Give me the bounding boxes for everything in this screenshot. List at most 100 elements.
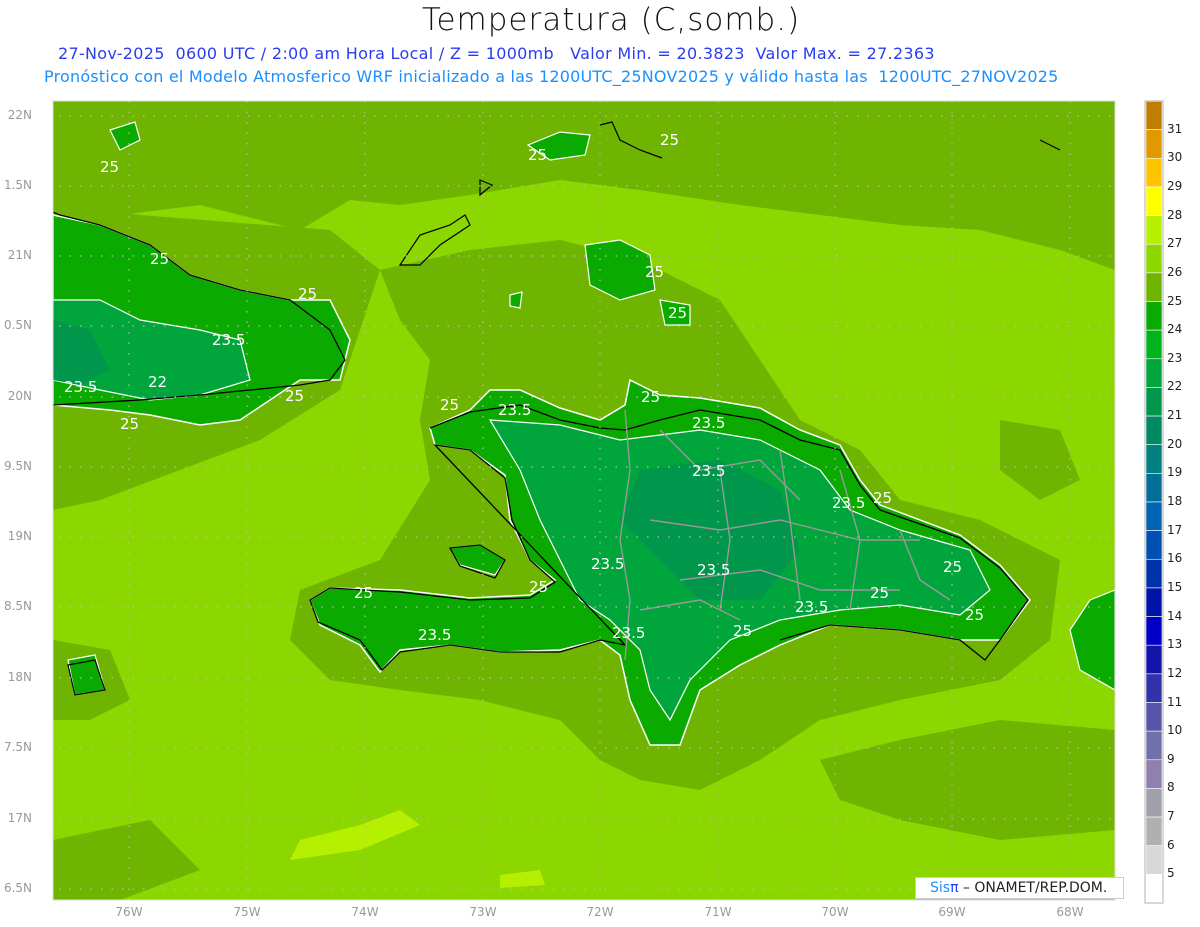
colorbar-swatch: [1145, 301, 1163, 331]
contour-label: 25: [120, 415, 139, 433]
lat-label: 7.5N: [3, 740, 32, 754]
contour-label: 25: [285, 387, 304, 405]
contour-label: 25: [440, 396, 459, 414]
colorbar-swatch: [1145, 702, 1163, 732]
colorbar-swatch: [1145, 358, 1163, 388]
contour-label: 25: [354, 584, 373, 602]
colorbar-label: 14: [1167, 608, 1183, 623]
colorbar-swatch: [1145, 587, 1163, 617]
colorbar-label: 6: [1167, 837, 1175, 852]
map-title: Temperatura (C,somb.): [421, 2, 801, 38]
valid-time-line: 27-Nov-2025 0600 UTC / 2:00 am Hora Loca…: [58, 44, 935, 63]
contour-label: 25: [641, 388, 660, 406]
colorbar-label: 13: [1167, 637, 1183, 652]
credit-org: – ONAMET/REP.DOM.: [958, 880, 1108, 896]
contour-label: 25: [100, 158, 119, 176]
lon-label: 76W: [115, 905, 143, 919]
colorbar-label: 12: [1167, 665, 1183, 680]
colorbar-swatch: [1145, 816, 1163, 847]
colorbar-label: 30: [1167, 150, 1183, 165]
colorbar-swatch: [1145, 100, 1163, 130]
contour-label: 22: [148, 373, 167, 391]
colorbar-label: 18: [1167, 494, 1183, 508]
lat-label: 18N: [7, 670, 32, 684]
contour-label: 23.5: [498, 401, 531, 419]
colorbar-swatch: [1145, 788, 1163, 818]
contour-label: 25: [528, 146, 547, 164]
lat-label: 17N: [7, 811, 32, 825]
colorbar-swatch: [1145, 444, 1163, 474]
colorbar-label: 29: [1167, 178, 1183, 193]
colorbar-swatch: [1145, 730, 1163, 761]
colorbar-swatch: [1145, 874, 1163, 904]
lon-label: 70W: [821, 905, 849, 919]
colorbar-swatch: [1145, 243, 1163, 274]
credit-box: Sisπ – ONAMET/REP.DOM.: [915, 877, 1124, 899]
contour-label: 25: [668, 304, 687, 322]
contour-label: 25: [150, 250, 169, 268]
lon-label: 75W: [233, 905, 261, 919]
contour-label: 25: [645, 263, 664, 281]
colorbar-label: 28: [1167, 207, 1183, 222]
lon-label: 68W: [1056, 905, 1084, 919]
colorbar-label: 10: [1167, 723, 1183, 738]
colorbar-swatch: [1145, 845, 1163, 875]
lon-label: 71W: [704, 905, 732, 919]
lat-label: 0.5N: [3, 318, 32, 332]
colorbar-swatch: [1145, 329, 1163, 360]
colorbar-swatch: [1145, 530, 1163, 560]
colorbar-label: 24: [1167, 322, 1183, 337]
credit-pi: π: [950, 880, 959, 896]
colorbar-label: 21: [1167, 408, 1183, 423]
colorbar-label: 27: [1167, 236, 1183, 251]
colorbar-label: 20: [1167, 436, 1183, 451]
colorbar-label: 19: [1167, 465, 1183, 480]
colorbar-label: 11: [1167, 694, 1183, 709]
contour-label: 25: [733, 622, 752, 640]
temperature-map: 25 25 25 25 25 23.5 22 23.5 25 25 25 25 23.5 25 23.5 23…: [52, 100, 1164, 904]
colorbar-label: 26: [1167, 264, 1183, 279]
colorbar-swatch: [1145, 644, 1163, 675]
credit-sis: Sis: [930, 880, 951, 896]
colorbar-label: 22: [1167, 379, 1183, 394]
contour-label: 25: [529, 578, 548, 596]
lat-label: 9.5N: [3, 459, 32, 473]
colorbar-label: 17: [1167, 522, 1183, 537]
colorbar-swatch: [1145, 501, 1163, 531]
contour-label: 23.5: [212, 331, 245, 349]
colorbar-swatch: [1145, 129, 1163, 159]
lon-label: 69W: [938, 905, 966, 919]
colorbar-swatch: [1145, 759, 1163, 789]
lon-label: 73W: [469, 905, 497, 919]
colorbar-label: 23: [1167, 350, 1183, 365]
colorbar-swatch: [1145, 387, 1163, 417]
colorbar-swatch: [1145, 272, 1163, 302]
colorbar-swatch: [1145, 415, 1163, 446]
lat-label: 19N: [7, 529, 32, 543]
contour-label: 25: [298, 285, 317, 303]
contour-label: 23.5: [418, 626, 451, 644]
colorbar-label: 31: [1167, 121, 1183, 136]
lat-label: 8.5N: [3, 599, 32, 613]
contour-label: 23.5: [612, 624, 645, 642]
contour-label: 23.5: [591, 555, 624, 573]
contour-label: 23.5: [795, 598, 828, 616]
colorbar-swatch: [1145, 616, 1163, 646]
contour-label: 23.5: [692, 414, 725, 432]
colorbar-swatch: [1145, 673, 1163, 703]
colorbar-swatch: [1145, 558, 1163, 589]
contour-label: 25: [660, 131, 679, 149]
lat-label: 1.5N: [3, 178, 32, 192]
lat-label: 6.5N: [3, 881, 32, 895]
lon-label: 74W: [351, 905, 379, 919]
colorbar-swatch: [1145, 157, 1163, 188]
contour-label: 25: [943, 558, 962, 576]
colorbar-label: 16: [1167, 551, 1183, 566]
colorbar-label: 9: [1167, 751, 1175, 766]
lat-label: 21N: [7, 248, 32, 262]
contour-label: 23.5: [692, 462, 725, 480]
contour-label: 25: [870, 584, 889, 602]
lat-label: 22N: [7, 108, 32, 122]
contour-label: 23.5: [832, 494, 865, 512]
colorbar-swatch: [1145, 186, 1163, 216]
